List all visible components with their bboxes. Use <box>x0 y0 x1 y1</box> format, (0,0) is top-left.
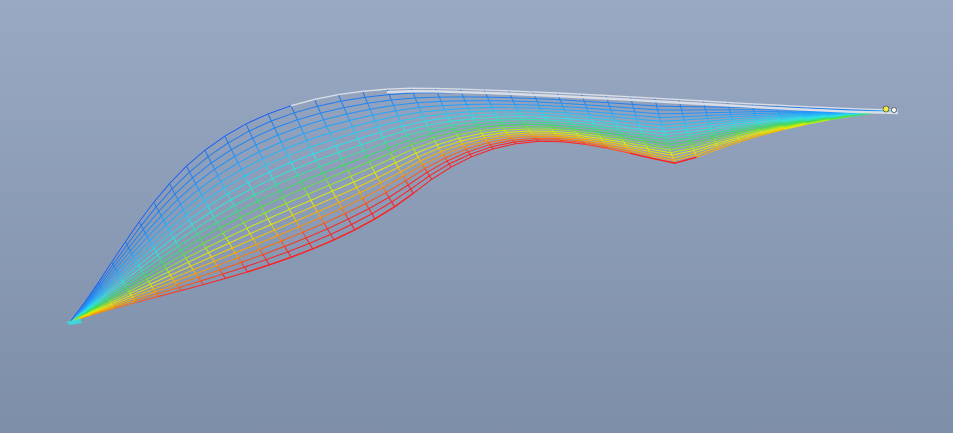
mesh-v-line <box>101 287 103 290</box>
mesh-v-line <box>706 115 709 119</box>
mesh-v-line <box>756 122 758 125</box>
mesh-u-line <box>682 112 707 114</box>
mesh-u-line <box>522 118 546 121</box>
mesh-v-line <box>737 135 739 138</box>
mesh-v-line <box>759 129 761 131</box>
mesh-v-line <box>758 126 760 129</box>
mesh-v-line <box>757 123 759 126</box>
mesh-v-line <box>112 305 114 308</box>
mesh-u-line <box>526 126 551 128</box>
mesh-v-line <box>760 131 762 134</box>
mesh-v-line <box>755 118 757 121</box>
mesh-v-line <box>730 114 732 117</box>
mesh-v-line <box>735 130 737 133</box>
mesh-u-line <box>730 111 755 113</box>
mesh-v-line <box>760 132 763 135</box>
mesh-v-line <box>759 130 762 132</box>
mesh-u-line <box>487 96 512 99</box>
mesh-u-line <box>778 111 803 114</box>
mesh-v-line <box>732 121 734 124</box>
mesh-v-line <box>99 285 102 287</box>
mesh-v-line <box>705 112 708 116</box>
mesh-v-line <box>105 296 108 298</box>
mesh-v-line <box>110 303 113 306</box>
mesh-u-line <box>706 111 731 114</box>
mesh-v-line <box>111 304 113 307</box>
mesh-v-line <box>107 298 110 301</box>
mesh-u-line <box>498 118 523 121</box>
mesh-v-line <box>730 116 733 120</box>
mesh-v-line <box>106 297 109 300</box>
mesh-v-line <box>757 125 760 127</box>
mesh-v-line <box>728 107 730 110</box>
mesh-v-line <box>729 112 732 115</box>
mesh-v-line <box>761 133 763 136</box>
mesh-u-line <box>517 110 542 112</box>
mesh-v-line <box>112 306 115 309</box>
mesh-v-line <box>753 109 755 112</box>
mesh-v-line <box>758 127 761 130</box>
marker-dot[interactable] <box>891 107 897 113</box>
mesh-v-line <box>753 111 755 114</box>
mesh-v-line <box>734 128 737 132</box>
mesh-u-line <box>523 121 548 123</box>
mesh-v-line <box>756 120 758 123</box>
mesh-v-line <box>708 120 710 124</box>
mesh-v-line <box>103 292 106 294</box>
mesh-v-line <box>108 299 110 302</box>
mesh-v-line <box>779 118 781 120</box>
mesh-v-line <box>716 145 718 148</box>
mesh-v-line <box>713 137 715 140</box>
mesh-u-line <box>656 105 681 108</box>
mesh-v-line <box>729 109 731 113</box>
mesh-v-line <box>714 141 717 144</box>
mesh-v-line <box>712 135 715 138</box>
mesh-v-line <box>100 286 102 289</box>
mesh-v-line <box>737 137 740 140</box>
viewport-canvas[interactable] <box>0 0 953 433</box>
mesh-u-line <box>754 112 779 115</box>
mesh-v-line <box>754 115 756 118</box>
mesh-v-line <box>98 283 101 286</box>
mesh-v-line <box>733 125 735 128</box>
mesh-v-line <box>108 301 111 303</box>
3d-viewport[interactable] <box>0 0 953 433</box>
mesh-u-line <box>440 100 465 102</box>
mesh-v-line <box>738 140 741 142</box>
mesh-u-line <box>525 123 549 126</box>
mesh-v-line <box>104 293 106 296</box>
mesh-v-line <box>109 302 112 305</box>
mesh-u-line <box>659 116 684 118</box>
mesh-v-line <box>104 294 107 297</box>
mesh-v-line <box>711 130 713 134</box>
mesh-u-line <box>496 116 521 118</box>
mesh-v-line <box>754 113 756 116</box>
mesh-v-line <box>736 134 738 136</box>
mesh-v-line <box>731 118 734 122</box>
mesh-v-line <box>704 106 706 111</box>
mesh-v-line <box>102 290 105 293</box>
mesh-v-line <box>735 132 738 135</box>
mesh-v-line <box>755 117 757 120</box>
mesh-v-line <box>733 127 736 130</box>
mesh-v-line <box>101 289 104 292</box>
mesh-v-line <box>738 138 740 141</box>
mesh-u-line <box>519 113 544 115</box>
mesh-v-line <box>709 126 712 129</box>
mesh-u-line <box>520 116 545 118</box>
marker-dot[interactable] <box>882 105 890 113</box>
mesh-u-line <box>468 107 493 109</box>
mesh-v-line <box>732 123 735 126</box>
